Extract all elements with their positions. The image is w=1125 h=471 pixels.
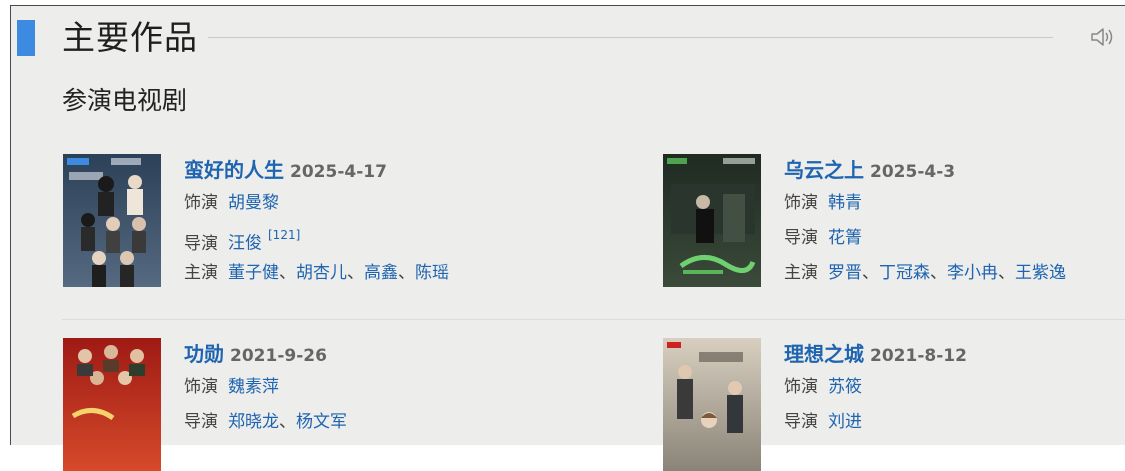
director-label: 导演 — [784, 412, 818, 432]
director-row: 导演 汪俊 [121] — [184, 221, 604, 256]
citation-link[interactable]: [121] — [268, 228, 300, 242]
cast-link[interactable]: 高鑫 — [364, 263, 398, 283]
work-title-link[interactable]: 理想之城 — [784, 342, 864, 366]
director-row: 导演 刘进 — [784, 405, 1125, 440]
role-row: 饰演 韩青 — [784, 186, 1125, 221]
cast-link[interactable]: 董子健 — [228, 263, 279, 283]
subsection-title: 参演电视剧 — [62, 86, 188, 115]
cast-link[interactable]: 丁冠森 — [879, 263, 930, 283]
director-label: 导演 — [184, 233, 218, 254]
work-title-link[interactable]: 功勋 — [184, 342, 224, 366]
work-date: 2021-9-26 — [230, 346, 327, 366]
work-date: 2025-4-17 — [290, 162, 387, 182]
cast-separator: 、 — [998, 263, 1015, 283]
role-row: 饰演 胡曼黎 — [184, 186, 604, 221]
work-info: 乌云之上 2025-4-3 饰演 韩青 导演 花箐 主演 罗晋、丁冠森、李小冉、王紫逸 — [784, 154, 1125, 291]
work-info: 蛮好的人生 2025-4-17 饰演 胡曼黎 导演 汪俊 [121] 主演 董子健、胡杏儿… — [184, 154, 604, 291]
director-link[interactable]: 花箐 — [828, 228, 862, 248]
role-link[interactable]: 魏素萍 — [228, 377, 279, 397]
work-info: 功勋 2021-9-26 饰演 魏素萍 导演 郑晓龙、杨文军 — [184, 338, 604, 440]
director-label: 导演 — [784, 228, 818, 248]
section-title: 主要作品 — [62, 18, 198, 57]
section-accent-bar — [17, 20, 35, 56]
role-row: 饰演 苏筱 — [784, 370, 1125, 405]
director-row: 导演 郑晓龙、杨文军 — [184, 405, 604, 440]
director-link[interactable]: 汪俊 — [228, 234, 262, 254]
cast-link[interactable]: 罗晋 — [828, 263, 862, 283]
cast-link[interactable]: 李小冉 — [947, 263, 998, 283]
work-poster[interactable] — [63, 154, 161, 287]
director-link[interactable]: 杨文军 — [296, 412, 347, 432]
role-link[interactable]: 胡曼黎 — [228, 193, 279, 213]
cast-separator: 、 — [279, 263, 296, 283]
role-row: 饰演 魏素萍 — [184, 370, 604, 405]
work-poster[interactable] — [63, 338, 161, 471]
role-label: 饰演 — [184, 377, 218, 397]
work-date: 2021-8-12 — [870, 346, 967, 366]
row-divider — [62, 319, 1125, 320]
speaker-icon[interactable] — [1089, 26, 1115, 48]
role-link[interactable]: 韩青 — [828, 193, 862, 213]
work-poster[interactable] — [663, 338, 761, 471]
role-link[interactable]: 苏筱 — [828, 377, 862, 397]
director-link[interactable]: 郑晓龙 — [228, 412, 279, 432]
work-poster[interactable] — [663, 154, 761, 287]
role-label: 饰演 — [784, 193, 818, 213]
cast-row: 主演 董子健、胡杏儿、高鑫、陈瑶 — [184, 256, 604, 291]
cast-row: 主演 罗晋、丁冠森、李小冉、王紫逸 — [784, 256, 1125, 291]
cast-separator: 、 — [862, 263, 879, 283]
work-title-link[interactable]: 蛮好的人生 — [184, 158, 284, 182]
section-divider — [208, 37, 1053, 38]
work-info: 理想之城 2021-8-12 饰演 苏筱 导演 刘进 — [784, 338, 1125, 440]
cast-link[interactable]: 王紫逸 — [1015, 263, 1066, 283]
cast-separator: 、 — [930, 263, 947, 283]
work-date: 2025-4-3 — [870, 162, 956, 182]
work-title-link[interactable]: 乌云之上 — [784, 158, 864, 182]
cast-link[interactable]: 陈瑶 — [415, 263, 449, 283]
director-link[interactable]: 刘进 — [828, 412, 862, 432]
cast-link[interactable]: 胡杏儿 — [296, 263, 347, 283]
cast-label: 主演 — [784, 263, 818, 283]
director-row: 导演 花箐 — [784, 221, 1125, 256]
cast-label: 主演 — [184, 263, 218, 283]
cast-separator: 、 — [398, 263, 415, 283]
cast-separator: 、 — [347, 263, 364, 283]
role-label: 饰演 — [784, 377, 818, 397]
director-separator: 、 — [279, 412, 296, 432]
director-label: 导演 — [184, 412, 218, 432]
role-label: 饰演 — [184, 193, 218, 213]
